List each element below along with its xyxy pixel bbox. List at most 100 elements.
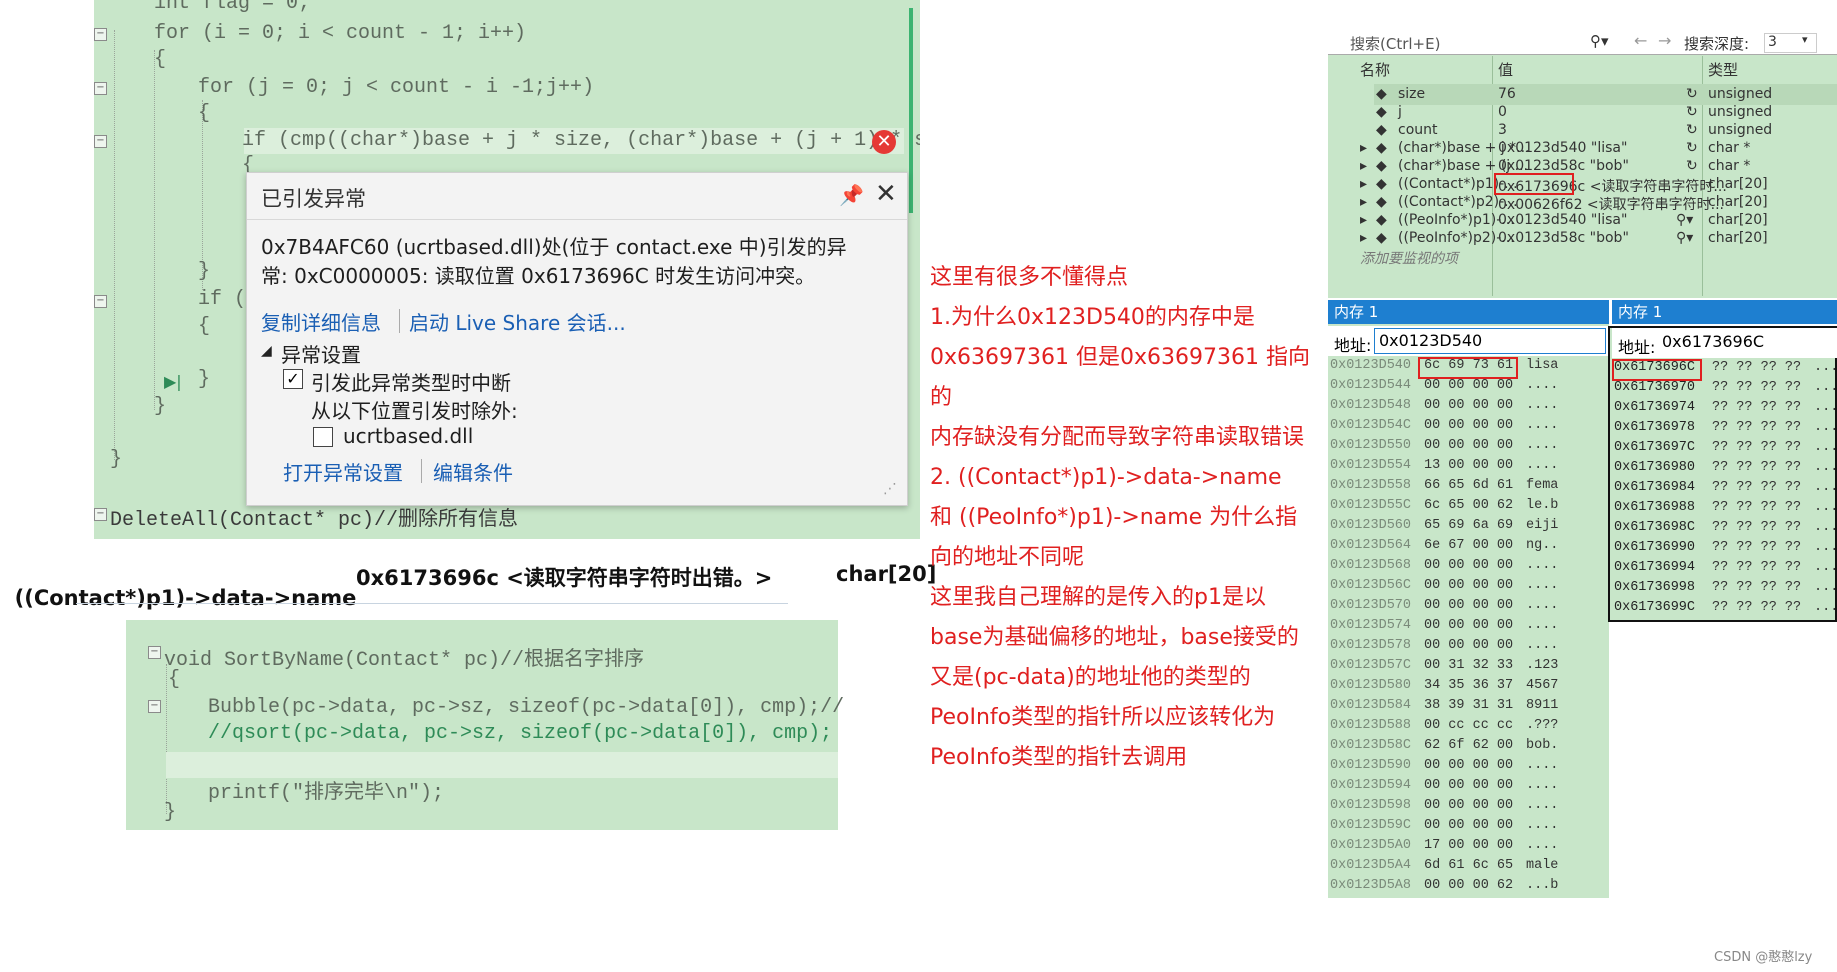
refresh-icon[interactable]: ↻ (1686, 104, 1698, 120)
code-line: { (198, 102, 211, 125)
refresh-icon[interactable]: ↻ (1686, 86, 1698, 102)
memory-ascii: .123 (1526, 658, 1559, 673)
search-icon[interactable]: ⚲▾ (1590, 32, 1609, 50)
expand-triangle-icon[interactable]: ◢ (261, 343, 272, 359)
live-share-link[interactable]: 启动 Live Share 会话... (409, 307, 626, 336)
collapse-toggle[interactable]: − (94, 295, 107, 308)
step-marker-icon: ▶| (164, 372, 182, 391)
collapse-toggle[interactable]: − (148, 700, 161, 713)
column-header-value[interactable]: 值 (1498, 59, 1513, 80)
memory-ascii: .... (1526, 838, 1559, 853)
magnifier-icon[interactable]: ⚲▾ (1676, 230, 1693, 246)
memory-ascii: ... (1814, 400, 1837, 415)
forward-icon[interactable]: → (1658, 31, 1671, 50)
refresh-icon[interactable]: ↻ (1686, 140, 1698, 156)
expand-arrow-icon[interactable]: ▸ (1360, 194, 1367, 210)
address-input[interactable]: 0x6173696C (1662, 332, 1764, 351)
expand-arrow-icon[interactable]: ▸ (1360, 212, 1367, 228)
memory-bytes: 65 69 6a 69 (1424, 518, 1514, 533)
memory-bytes: 00 00 00 00 (1424, 798, 1514, 813)
collapse-toggle[interactable]: − (148, 646, 161, 659)
edit-conditions-link[interactable]: 编辑条件 (433, 457, 513, 486)
memory-address: 0x61736994 (1614, 560, 1696, 575)
resize-grip-icon[interactable]: ⋰ (883, 481, 897, 497)
highlight-box (1612, 359, 1702, 381)
memory-bytes: 66 65 6d 61 (1424, 478, 1514, 493)
add-watch-item[interactable]: 添加要监视的项 (1360, 248, 1458, 268)
collapse-toggle[interactable]: − (94, 28, 107, 41)
memory-bytes: 6c 65 00 62 (1424, 498, 1514, 513)
memory-bytes: 00 00 00 00 (1424, 558, 1514, 573)
expand-arrow-icon[interactable]: ▸ (1360, 158, 1367, 174)
watch-name: size (1398, 86, 1426, 102)
memory-ascii: .... (1526, 558, 1559, 573)
collapse-toggle[interactable]: − (94, 82, 107, 95)
memory-address: 0x0123D598 (1330, 798, 1412, 813)
collapse-toggle[interactable]: − (94, 135, 107, 148)
watch-value: 0x0123d58c "bob" (1498, 158, 1629, 174)
memory-address: 0x0123D540 (1330, 358, 1412, 373)
copy-details-link[interactable]: 复制详细信息 (261, 307, 381, 336)
depth-select[interactable]: 3 (1764, 33, 1817, 53)
memory-address: 0x0123D548 (1330, 398, 1412, 413)
collapse-toggle[interactable]: − (94, 508, 107, 521)
memory-window-1-tab[interactable]: 内存 1 (1328, 300, 1609, 324)
code-line: if ( (198, 288, 247, 311)
memory-bytes: ?? ?? ?? ?? (1712, 560, 1802, 575)
code-line: { (168, 668, 181, 691)
refresh-icon[interactable]: ↻ (1686, 158, 1698, 174)
memory-address: 0x6173699C (1614, 600, 1696, 615)
memory-bytes: ?? ?? ?? ?? (1712, 520, 1802, 535)
note-line: 这里有很多不懂得点 (930, 265, 1129, 290)
address-input[interactable]: 0x0123D540 (1374, 328, 1606, 354)
except-label: 从以下位置引发时除外: (311, 399, 518, 423)
watch-row[interactable]: ▸ ◆ ((PeoInfo*)p2)-... 0x0123d58c "bob" … (1328, 228, 1837, 249)
memory-address: 0x0123D558 (1330, 478, 1412, 493)
divider (76, 603, 788, 604)
memory-address: 0x0123D588 (1330, 718, 1412, 733)
memory-ascii: ... (1814, 540, 1837, 555)
memory-window-2-tab[interactable]: 内存 1 (1612, 300, 1837, 324)
expand-arrow-icon[interactable]: ▸ (1360, 140, 1367, 156)
code-editor-sort[interactable]: − − void SortByName(Contact* pc)//根据名字排序… (126, 620, 844, 830)
code-line: } (198, 260, 211, 283)
code-line: } (164, 801, 177, 824)
memory-ascii: 4567 (1526, 678, 1559, 693)
code-line: DeleteAll(Contact* pc)//删除所有信息 (110, 509, 519, 532)
expand-arrow-icon[interactable]: ▸ (1360, 230, 1367, 246)
memory-ascii: ... (1814, 500, 1837, 515)
magnifier-icon[interactable]: ⚲▾ (1676, 212, 1693, 228)
memory-ascii: eiji (1526, 518, 1559, 533)
memory-address: 0x0123D5A0 (1330, 838, 1412, 853)
column-header-name[interactable]: 名称 (1360, 59, 1390, 80)
column-header-type[interactable]: 类型 (1708, 59, 1738, 80)
back-icon[interactable]: ← (1634, 31, 1647, 50)
close-icon[interactable]: ✕ (875, 179, 897, 209)
memory-ascii: ... (1814, 560, 1837, 575)
break-checkbox[interactable]: ✓ (283, 369, 303, 389)
exception-message: 0x7B4AFC60 (ucrtbased.dll)处(位于 contact.e… (261, 235, 847, 288)
memory-address: 0x0123D57C (1330, 658, 1412, 673)
memory-bytes: 34 35 36 37 (1424, 678, 1514, 693)
open-exception-settings-link[interactable]: 打开异常设置 (283, 457, 403, 486)
change-bar (909, 8, 913, 213)
module-checkbox[interactable] (313, 427, 333, 447)
pin-icon[interactable]: 📌 (839, 183, 864, 207)
memory-address: 0x61736978 (1614, 420, 1696, 435)
note-line: 1.为什么0x123D540的内存中是 (930, 305, 1255, 330)
memory-ascii: 8911 (1526, 698, 1559, 713)
memory-ascii: ... (1814, 380, 1837, 395)
memory-ascii: ng.. (1526, 538, 1559, 553)
memory-bytes: ?? ?? ?? ?? (1712, 480, 1802, 495)
error-icon[interactable]: ✕ (872, 130, 896, 154)
chevron-down-icon[interactable]: ▾ (1802, 33, 1808, 46)
memory-bytes: 00 31 32 33 (1424, 658, 1514, 673)
refresh-icon[interactable]: ↻ (1686, 122, 1698, 138)
memory-bytes: 00 00 00 00 (1424, 378, 1514, 393)
search-input[interactable]: 搜索(Ctrl+E) (1350, 33, 1440, 54)
code-line: int flag = 0; (154, 0, 311, 15)
memory-bytes: 00 00 00 00 (1424, 818, 1514, 833)
note-line: 这里我自己理解的是传入的p1是以 (930, 585, 1266, 610)
expand-arrow-icon[interactable]: ▸ (1360, 176, 1367, 192)
memory-address-bar: 地址: 0x0123D540 (1328, 326, 1608, 356)
